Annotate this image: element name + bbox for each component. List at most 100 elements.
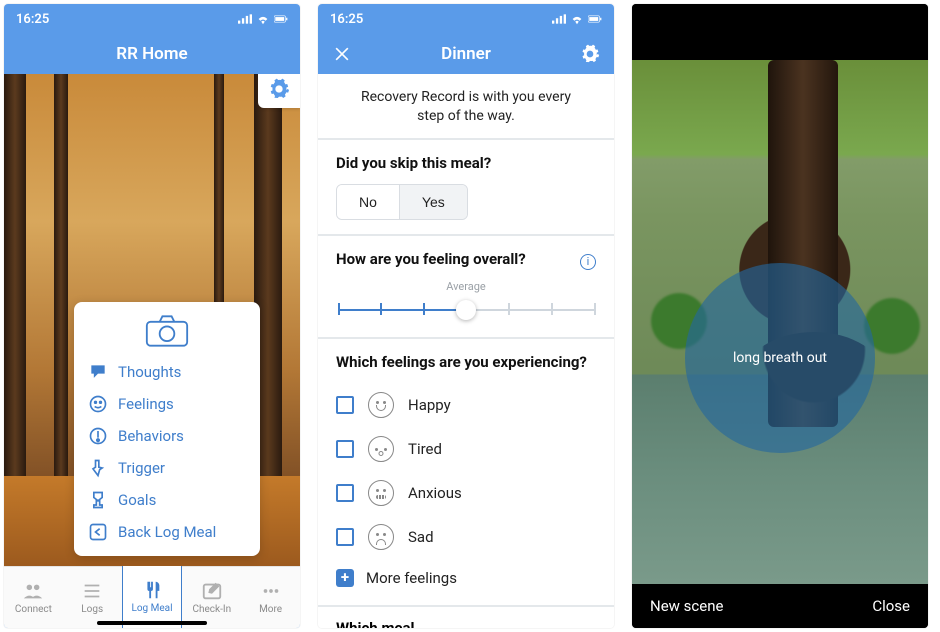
question-cutoff: Which meal xyxy=(318,607,614,628)
plus-icon: + xyxy=(336,569,354,587)
status-bar: 16:25 xyxy=(4,4,300,34)
tired-face-icon xyxy=(368,436,394,462)
seg-option-no[interactable]: No xyxy=(337,185,399,219)
new-scene-button[interactable]: New scene xyxy=(650,597,723,615)
feeling-label: Anxious xyxy=(408,484,462,502)
screen-home: 16:25 RR Home Thoughts Feelings xyxy=(4,4,300,628)
breath-text: long breath out xyxy=(733,350,827,366)
behaviors-icon xyxy=(88,426,108,446)
checkin-icon xyxy=(200,580,224,602)
bottom-bar: New scene Close xyxy=(632,584,928,628)
tab-label: Check-In xyxy=(192,604,231,615)
card-item-thoughts[interactable]: Thoughts xyxy=(88,356,246,388)
signal-icon xyxy=(552,13,566,25)
more-label: More feelings xyxy=(366,569,457,587)
card-item-label: Goals xyxy=(118,491,156,509)
status-bar: 16:25 xyxy=(318,4,614,34)
more-feelings-button[interactable]: + More feelings xyxy=(336,559,596,591)
happy-face-icon xyxy=(368,392,394,418)
quick-log-card: Thoughts Feelings Behaviors Trigger Goal… xyxy=(74,302,260,556)
info-icon[interactable]: i xyxy=(580,254,596,270)
question-feeling-overall: How are you feeling overall? i Average xyxy=(318,236,614,337)
status-bar-blackout xyxy=(632,4,928,32)
card-item-goals[interactable]: Goals xyxy=(88,484,246,516)
home-indicator[interactable] xyxy=(97,621,207,625)
question-label: Did you skip this meal? xyxy=(336,154,596,172)
tab-log-meal[interactable]: Log Meal xyxy=(122,559,183,628)
status-icons xyxy=(552,13,602,25)
home-background: Thoughts Feelings Behaviors Trigger Goal… xyxy=(4,74,300,566)
breath-indicator: long breath out xyxy=(685,263,875,453)
wifi-icon xyxy=(256,13,270,25)
status-time: 16:25 xyxy=(330,12,363,27)
tab-bar: Connect Logs Log Meal Check-In More xyxy=(4,566,300,628)
seg-option-yes[interactable]: Yes xyxy=(399,185,467,219)
question-label: How are you feeling overall? xyxy=(336,250,596,268)
feeling-label: Happy xyxy=(408,396,451,414)
card-item-feelings[interactable]: Feelings xyxy=(88,388,246,420)
status-icons xyxy=(238,13,288,25)
close-icon[interactable] xyxy=(332,44,352,64)
checkbox[interactable] xyxy=(336,440,354,458)
tab-label: Log Meal xyxy=(131,603,172,614)
settings-button[interactable] xyxy=(258,74,300,108)
tab-connect[interactable]: Connect xyxy=(4,567,63,628)
card-item-trigger[interactable]: Trigger xyxy=(88,452,246,484)
card-item-behaviors[interactable]: Behaviors xyxy=(88,420,246,452)
intro-text: Recovery Record is with you every step o… xyxy=(318,74,614,138)
thought-icon xyxy=(88,362,108,382)
battery-icon xyxy=(274,13,288,25)
more-icon xyxy=(259,580,283,602)
question-label: Which feelings are you experiencing? xyxy=(336,353,596,371)
tab-label: Logs xyxy=(81,604,103,615)
segmented-control: No Yes xyxy=(336,184,468,220)
logs-icon xyxy=(80,580,104,602)
signal-icon xyxy=(238,13,252,25)
screen-breathing: long breath out New scene Close xyxy=(632,4,928,628)
tab-label: More xyxy=(259,604,282,615)
tab-logs[interactable]: Logs xyxy=(63,567,122,628)
anxious-face-icon xyxy=(368,480,394,506)
question-feelings-list: Which feelings are you experiencing? Hap… xyxy=(318,339,614,605)
connect-icon xyxy=(21,580,45,602)
gear-icon xyxy=(268,78,290,100)
card-item-label: Feelings xyxy=(118,395,174,413)
feeling-label: Sad xyxy=(408,528,434,546)
feeling-option-anxious[interactable]: Anxious xyxy=(336,471,596,515)
card-item-label: Trigger xyxy=(118,459,165,477)
gear-icon[interactable] xyxy=(580,44,600,64)
wifi-icon xyxy=(570,13,584,25)
meal-icon xyxy=(140,579,164,601)
slider-value-label: Average xyxy=(336,280,596,293)
feeling-option-sad[interactable]: Sad xyxy=(336,515,596,559)
feelings-icon xyxy=(88,394,108,414)
checkbox[interactable] xyxy=(336,528,354,546)
camera-icon xyxy=(145,314,189,348)
battery-icon xyxy=(588,13,602,25)
breathing-scene[interactable]: long breath out xyxy=(632,60,928,584)
card-item-label: Thoughts xyxy=(118,363,181,381)
backlog-icon xyxy=(88,522,108,542)
feeling-option-tired[interactable]: Tired xyxy=(336,427,596,471)
status-time: 16:25 xyxy=(16,12,49,27)
feeling-slider[interactable] xyxy=(338,297,594,323)
screen-dinner-log: 16:25 Dinner Recovery Record is with you… xyxy=(318,4,614,628)
card-item-label: Back Log Meal xyxy=(118,523,216,541)
tab-checkin[interactable]: Check-In xyxy=(182,567,241,628)
page-title: RR Home xyxy=(4,34,300,74)
sad-face-icon xyxy=(368,524,394,550)
nav-bar: Dinner xyxy=(318,34,614,74)
trigger-icon xyxy=(88,458,108,478)
checkbox[interactable] xyxy=(336,484,354,502)
tab-label: Connect xyxy=(15,604,52,615)
tab-more[interactable]: More xyxy=(241,567,300,628)
close-button[interactable]: Close xyxy=(872,597,910,615)
card-item-backlog[interactable]: Back Log Meal xyxy=(88,516,246,548)
checkbox[interactable] xyxy=(336,396,354,414)
card-item-label: Behaviors xyxy=(118,427,184,445)
goals-icon xyxy=(88,490,108,510)
question-skip: Did you skip this meal? No Yes xyxy=(318,140,614,234)
page-title: Dinner xyxy=(352,44,580,64)
camera-button[interactable] xyxy=(88,314,246,348)
feeling-option-happy[interactable]: Happy xyxy=(336,383,596,427)
